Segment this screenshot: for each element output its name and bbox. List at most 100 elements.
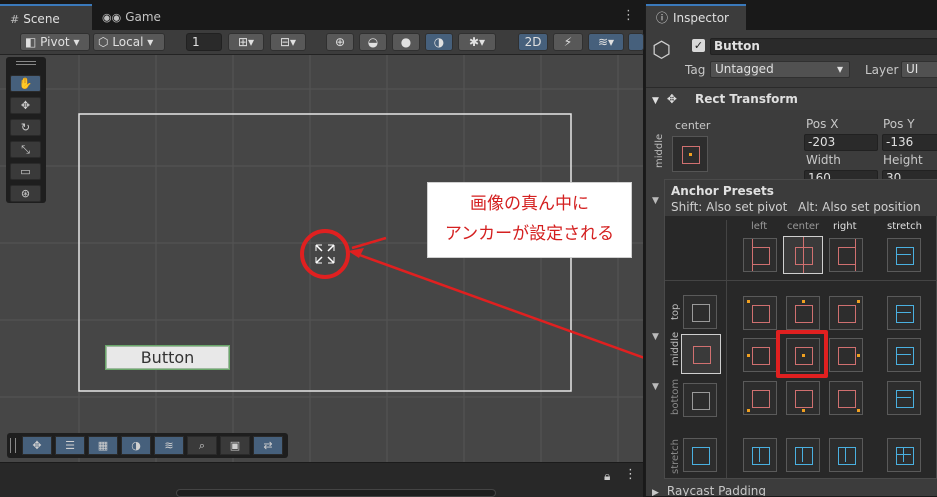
- preset-h-right[interactable]: [829, 238, 863, 272]
- highlight-circle: [300, 229, 350, 279]
- layer-dropdown[interactable]: UI: [901, 61, 937, 78]
- transform-tool[interactable]: ⊛: [10, 185, 41, 202]
- preset-middle-left[interactable]: [743, 338, 777, 372]
- move-tool[interactable]: ✥: [10, 97, 41, 114]
- preset-bottom-center[interactable]: [786, 381, 820, 415]
- raycast-padding-row[interactable]: ▶ Raycast Padding: [652, 484, 766, 496]
- preset-h-stretch[interactable]: [887, 238, 921, 272]
- height-label: Height: [883, 153, 923, 167]
- pivot-dropdown[interactable]: ◧ Pivot ▾: [20, 33, 90, 51]
- preset-bottom-right[interactable]: [829, 381, 863, 415]
- preset-middle-stretch[interactable]: [887, 338, 921, 372]
- foldout-arrow-icon[interactable]: ▼: [652, 196, 659, 206]
- moon-icon: ◑: [131, 439, 141, 452]
- anchor-gizmo: [315, 244, 335, 264]
- preset-top-stretch[interactable]: [887, 296, 921, 330]
- callout-line-2: アンカーが設定される: [444, 224, 615, 244]
- pos-x-field[interactable]: -203: [804, 134, 878, 151]
- active-checkbox[interactable]: ✓: [692, 39, 705, 52]
- col-label-stretch: stretch: [887, 221, 922, 232]
- scene-toolbar: ◧ Pivot ▾ ⬡ Local ▾ 1 ⊞▾ ⊟▾ ⊕ ◒ ● ◑ ✱▾ 2…: [0, 30, 644, 55]
- move-icon: ✥: [20, 99, 31, 112]
- half-sphere-icon: ◒: [367, 35, 379, 49]
- transform-icon: ⊛: [20, 187, 31, 200]
- row-label-top: top: [670, 303, 681, 320]
- rect-transform-icon: ✥: [666, 92, 677, 106]
- preset-h-left[interactable]: [743, 238, 777, 272]
- scene-view[interactable]: ✋ ✥ ↻ ⤡ ▭ ⊛ Button 画像の真ん中に アンカーが設定される ✥ …: [0, 55, 643, 462]
- overlay-move-button[interactable]: ✥: [22, 436, 52, 455]
- alt-hint: Alt: Also set position: [798, 200, 921, 214]
- preset-top-center[interactable]: [786, 296, 820, 330]
- tab-inspector[interactable]: ⓘ Inspector: [646, 4, 746, 30]
- overlay-grid-button[interactable]: ▦: [88, 436, 118, 455]
- foldout-arrow-icon[interactable]: ▼: [652, 332, 659, 342]
- sphere-icon: ●: [400, 35, 412, 49]
- preset-v-stretch[interactable]: [683, 438, 717, 472]
- preset-v-bottom[interactable]: [683, 383, 717, 417]
- preset-stretch-stretch[interactable]: [887, 438, 921, 472]
- shading-wire-button[interactable]: ◒: [359, 33, 387, 51]
- preset-bottom-left[interactable]: [743, 381, 777, 415]
- overlay-camera-button[interactable]: ▣: [220, 436, 250, 455]
- col-label-left: left: [751, 221, 768, 232]
- local-dropdown[interactable]: ⬡ Local ▾: [93, 33, 165, 51]
- scale-tool[interactable]: ⤡: [10, 141, 41, 158]
- search-icon: ⌕: [198, 439, 206, 452]
- shuffle-icon: ⇄: [263, 439, 273, 452]
- preset-stretch-right[interactable]: [829, 438, 863, 472]
- sliders-icon: ☰: [65, 439, 75, 452]
- overlay-shading-button[interactable]: ◑: [121, 436, 151, 455]
- camera-icon: ▣: [229, 439, 241, 452]
- scene-ui-button[interactable]: Button: [105, 345, 230, 370]
- grid-size-field[interactable]: 1: [186, 33, 222, 51]
- rect-tool[interactable]: ▭: [10, 163, 41, 180]
- chevron-down-icon: ▾: [836, 62, 843, 76]
- preset-middle-right[interactable]: [829, 338, 863, 372]
- connector-line: [353, 251, 643, 359]
- preset-v-middle[interactable]: [681, 334, 721, 374]
- overlay-layers-button[interactable]: ≋: [154, 436, 184, 455]
- anchor-dot-icon: [689, 153, 692, 156]
- preset-top-left[interactable]: [743, 296, 777, 330]
- hand-tool[interactable]: ✋: [10, 75, 41, 92]
- anchor-preset-button[interactable]: [672, 136, 708, 172]
- rotate-tool[interactable]: ↻: [10, 119, 41, 136]
- increment-snap-button[interactable]: ⊟▾: [270, 33, 306, 51]
- shading-solid-button[interactable]: ●: [392, 33, 420, 51]
- rect-icon: ▭: [20, 165, 31, 178]
- overlay-handle[interactable]: [10, 438, 16, 453]
- overlay-search-button[interactable]: ⌕: [187, 436, 217, 455]
- shading-lit-button[interactable]: ◑: [425, 33, 453, 51]
- mode-2d-button[interactable]: 2D: [518, 33, 548, 51]
- tab-scene[interactable]: # Scene: [0, 4, 92, 30]
- lighting-toggle[interactable]: ⚡: [553, 33, 583, 51]
- grid-snap-button[interactable]: ⊞▾: [228, 33, 264, 51]
- debug-button[interactable]: ✱▾: [458, 33, 496, 51]
- preset-stretch-left[interactable]: [743, 438, 777, 472]
- overlay-tool-settings[interactable]: ☰: [55, 436, 85, 455]
- move-icon: ✥: [32, 439, 42, 452]
- menu-icon[interactable]: ⋮: [624, 467, 637, 482]
- draw-mode-button[interactable]: ⊕: [326, 33, 354, 51]
- foldout-arrow-icon[interactable]: ▼: [652, 382, 659, 392]
- preset-h-center[interactable]: [783, 236, 823, 274]
- preset-v-top[interactable]: [683, 295, 717, 329]
- tool-palette: ✋ ✥ ↻ ⤡ ▭ ⊛: [6, 57, 46, 203]
- preset-bottom-stretch[interactable]: [887, 381, 921, 415]
- drag-handle[interactable]: [16, 61, 36, 65]
- rect-transform-header[interactable]: ▼ ✥ Rect Transform: [646, 87, 937, 110]
- overflow-button[interactable]: [628, 33, 644, 51]
- lock-icon[interactable]: 🔒︎: [604, 469, 610, 484]
- layers-button[interactable]: ≋▾: [588, 33, 624, 51]
- tag-dropdown[interactable]: Untagged ▾: [710, 61, 850, 78]
- col-label-center: center: [787, 221, 820, 232]
- tab-game[interactable]: ◉◉ Game: [92, 4, 182, 30]
- pos-y-field[interactable]: -136: [882, 134, 937, 151]
- object-name-field[interactable]: Button: [710, 38, 937, 55]
- preset-stretch-center[interactable]: [786, 438, 820, 472]
- tab-menu-icon[interactable]: ⋮: [622, 8, 635, 23]
- overlay-shuffle-button[interactable]: ⇄: [253, 436, 283, 455]
- bug-icon: ✱▾: [468, 35, 486, 49]
- preset-top-right[interactable]: [829, 296, 863, 330]
